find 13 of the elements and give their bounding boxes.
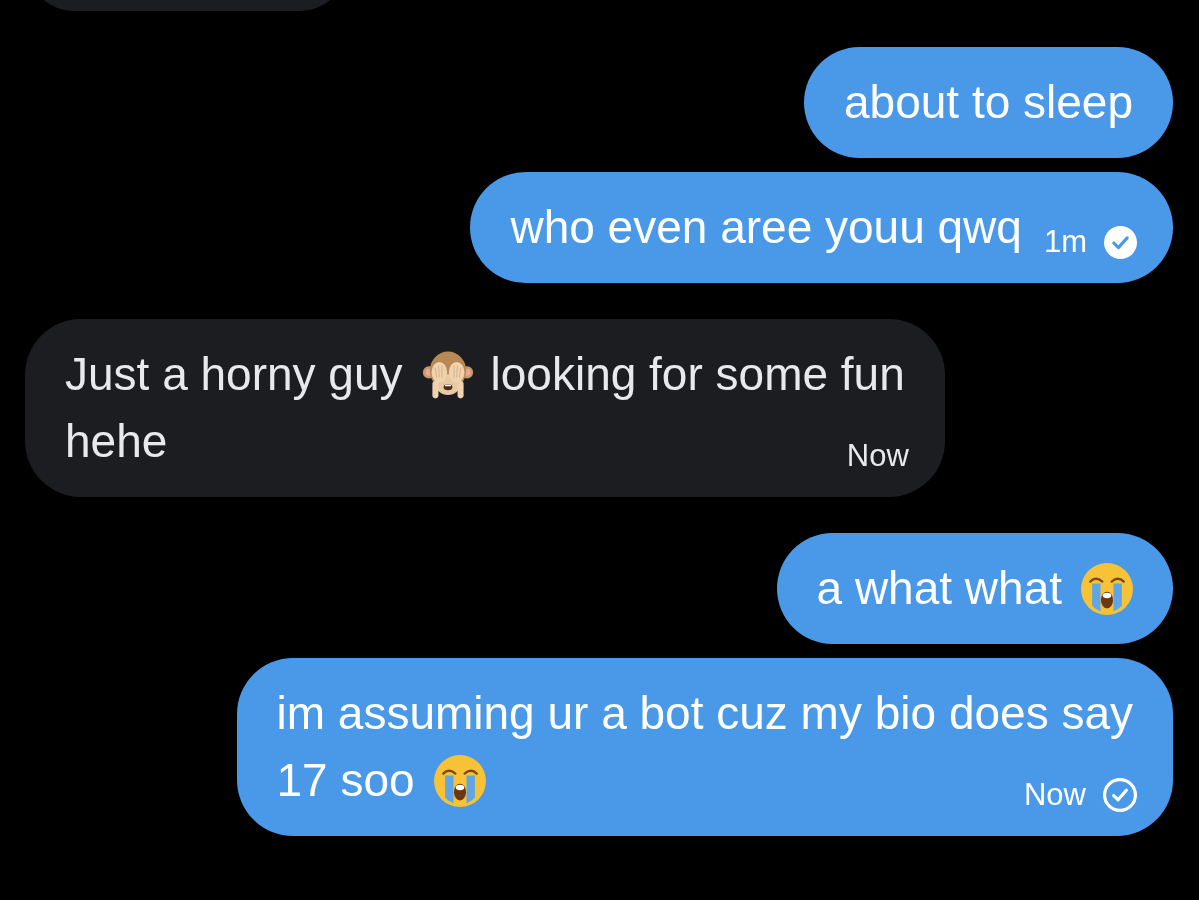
message-text: a what what <box>816 561 1062 616</box>
message-text: about to sleep <box>844 75 1133 130</box>
message-text: im assuming ur a bot cuz my bio does say <box>276 686 1133 741</box>
message-text: who even aree youu qwq <box>510 200 1022 255</box>
message-text: 17 soo <box>276 753 415 808</box>
message-text: hehe <box>65 414 168 469</box>
message-text: looking for some fun <box>490 347 905 402</box>
message-text: Just a horny guy <box>65 347 403 402</box>
timestamp: 1m <box>1043 224 1087 260</box>
crying-face-emoji-icon <box>1081 562 1133 615</box>
crying-face-emoji-icon <box>433 754 486 807</box>
timestamp: Now <box>846 438 909 474</box>
timestamp: Now <box>1024 777 1086 813</box>
